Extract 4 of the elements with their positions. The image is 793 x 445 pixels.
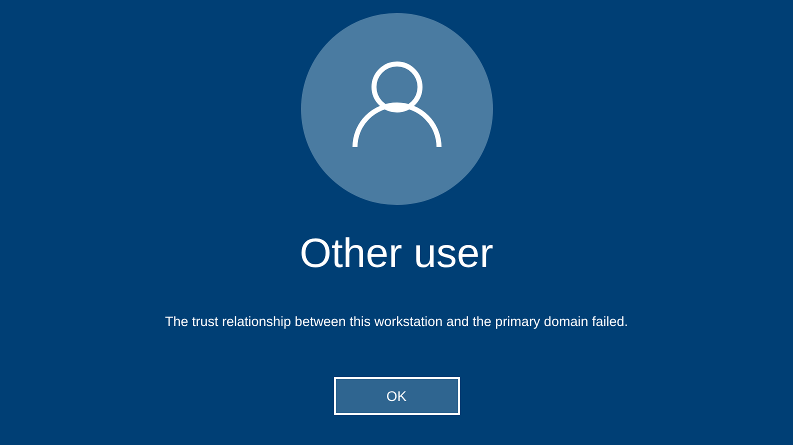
ok-button[interactable]: OK (334, 377, 460, 415)
error-message: The trust relationship between this workstation and the primary domain failed. (165, 313, 628, 331)
user-icon (352, 61, 442, 149)
user-name: Other user (300, 229, 494, 278)
